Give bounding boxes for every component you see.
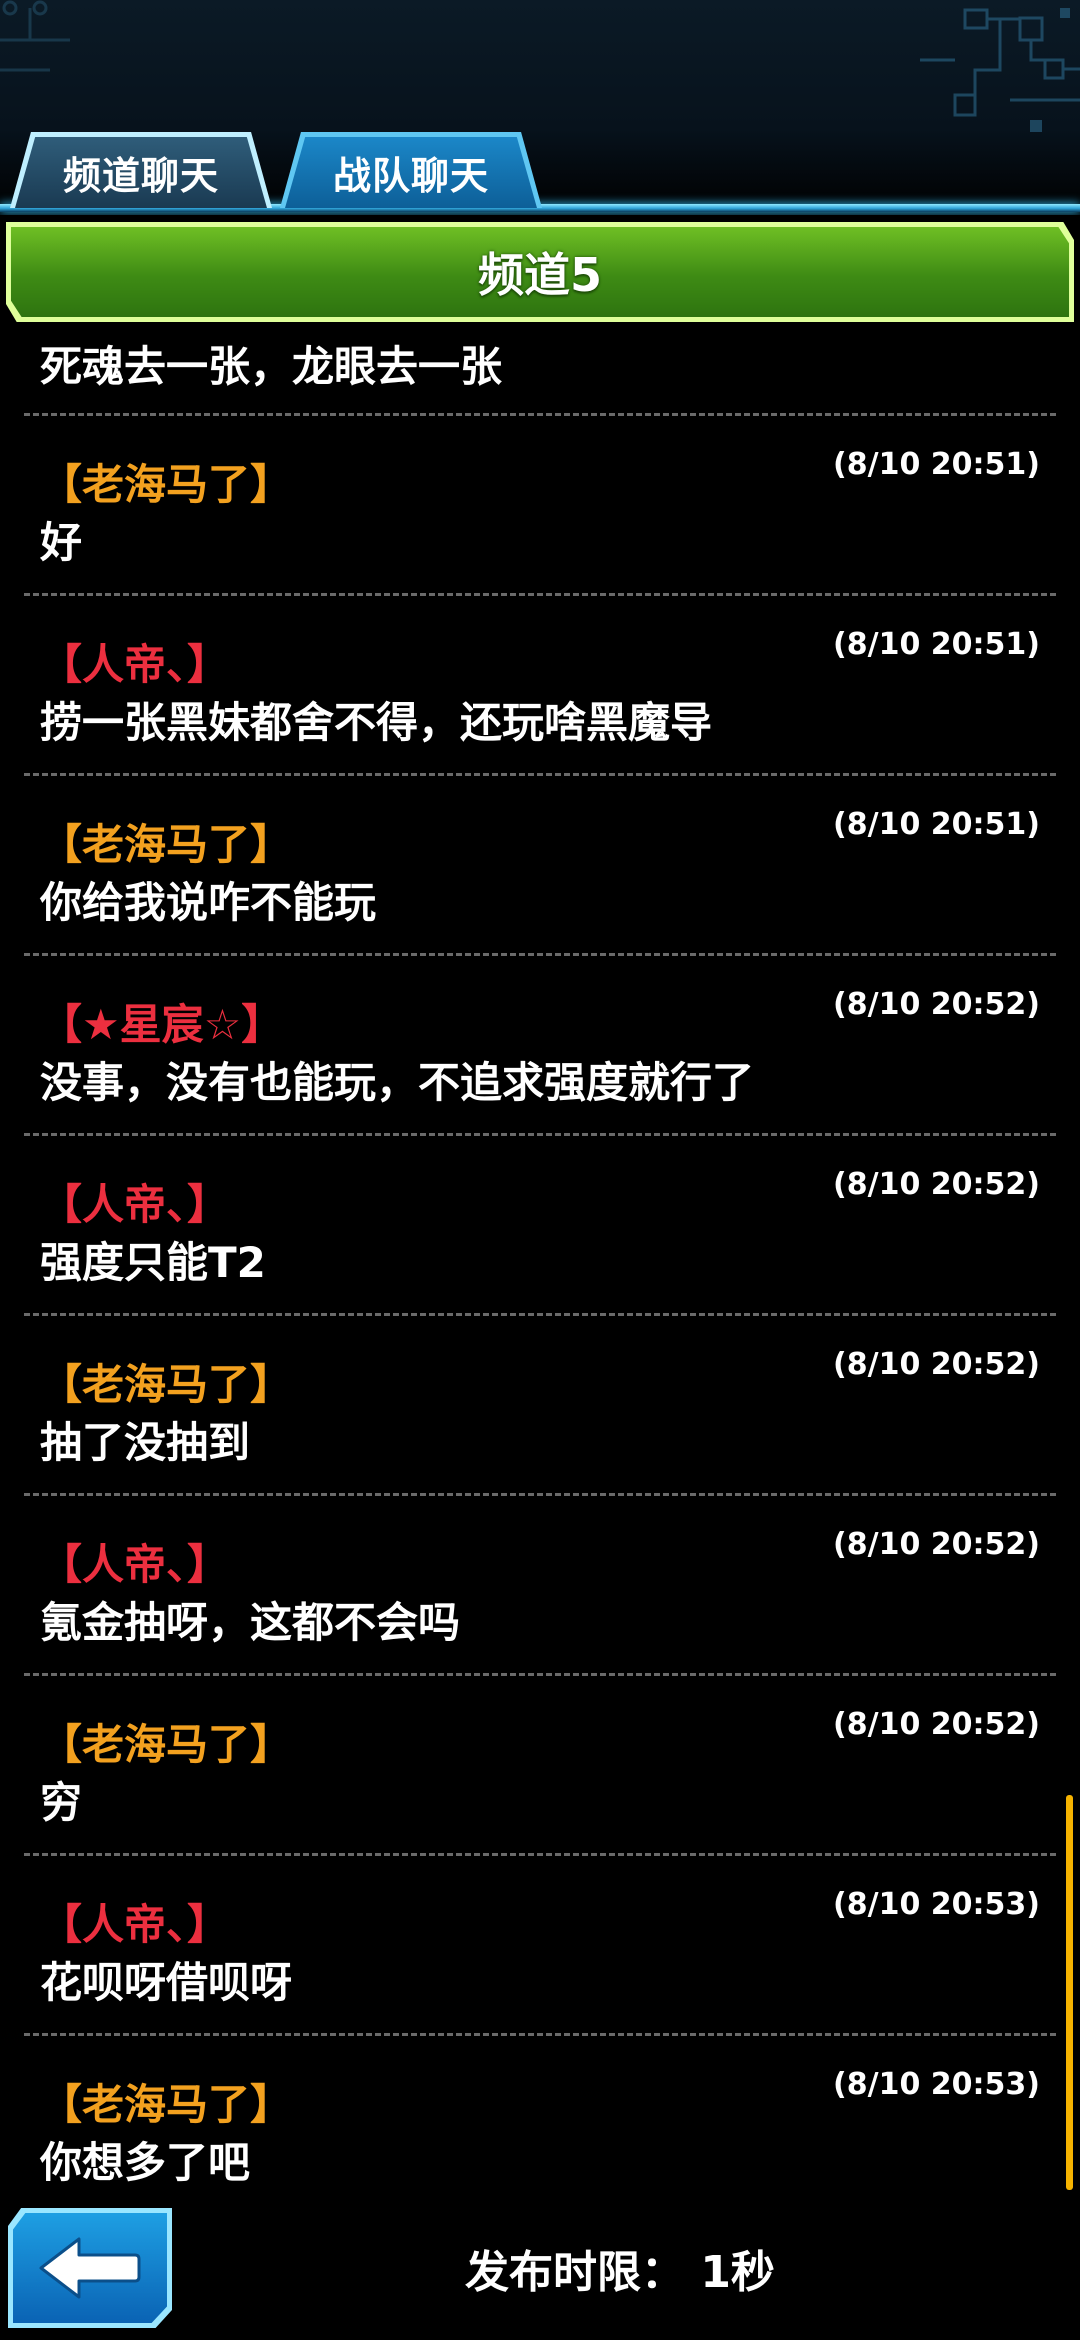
- message-divider: [24, 593, 1056, 596]
- message-sender[interactable]: 【人帝、】: [40, 1531, 229, 1592]
- message-timestamp: (8/10 20:52): [833, 1347, 1040, 1382]
- message-text: 你给我说咋不能玩: [40, 878, 377, 927]
- message-item: 【老海马了】 (8/10 20:51) 好: [0, 417, 1080, 597]
- message-text: 花呗呀借呗呀: [40, 1958, 293, 2007]
- message-timestamp: (8/10 20:53): [833, 1887, 1040, 1922]
- message-divider: [24, 1493, 1056, 1496]
- tab-team-chat-label: 战队聊天: [332, 154, 489, 198]
- message-item: 【老海马了】 (8/10 20:53) 你想多了吧: [0, 2037, 1080, 2210]
- tab-team-chat[interactable]: 战队聊天: [280, 132, 542, 208]
- message-item: 【人帝、】 (8/10 20:53) 花呗呀借呗呀: [0, 1857, 1080, 2037]
- message-divider: [24, 1133, 1056, 1136]
- message-text: 没事，没有也能玩，不追求强度就行了: [40, 1058, 755, 1107]
- message-list-scrollbar[interactable]: [1066, 1795, 1073, 2190]
- message-sender[interactable]: 【老海马了】: [40, 2071, 292, 2132]
- message-divider: [24, 773, 1056, 776]
- message-text-partial: 死魂去一张，龙眼去一张: [40, 342, 503, 391]
- message-text: 穷: [40, 1778, 83, 1827]
- circuit-decoration-right: [920, 8, 1080, 132]
- message-text: 抽了没抽到: [40, 1418, 251, 1467]
- message-sender[interactable]: 【老海马了】: [40, 811, 292, 872]
- message-item: 【老海马了】 (8/10 20:52) 抽了没抽到: [0, 1317, 1080, 1497]
- message-item: 【老海马了】 (8/10 20:52) 穷: [0, 1677, 1080, 1857]
- tab-channel-chat-label: 频道聊天: [62, 154, 219, 198]
- tab-channel-chat[interactable]: 频道聊天: [10, 132, 272, 208]
- message-list[interactable]: 死魂去一张，龙眼去一张 【老海马了】 (8/10 20:51) 好 【人帝、】 …: [0, 325, 1080, 2210]
- message-text: 好: [40, 518, 83, 567]
- message-timestamp: (8/10 20:52): [833, 987, 1040, 1022]
- message-item: 【人帝、】 (8/10 20:52) 强度只能T2: [0, 1137, 1080, 1317]
- circuit-decoration-left: [0, 0, 70, 72]
- footer: 发布时限： 1秒: [0, 2200, 1080, 2340]
- message-item: 【人帝、】 (8/10 20:52) 氪金抽呀，这都不会吗: [0, 1497, 1080, 1677]
- message-sender[interactable]: 【人帝、】: [40, 1171, 229, 1232]
- message-text: 强度只能T2: [40, 1238, 266, 1287]
- arrow-left-icon: [39, 2237, 141, 2299]
- message-text: 氪金抽呀，这都不会吗: [40, 1598, 461, 1647]
- back-button[interactable]: [8, 2208, 172, 2328]
- message-timestamp: (8/10 20:52): [833, 1167, 1040, 1202]
- message-timestamp: (8/10 20:52): [833, 1707, 1040, 1742]
- message-item: 【人帝、】 (8/10 20:51) 捞一张黑妹都舍不得，还玩啥黑魔导: [0, 597, 1080, 777]
- message-divider: [24, 413, 1056, 416]
- message-divider: [24, 1673, 1056, 1676]
- message-divider: [24, 2033, 1056, 2036]
- message-item: 【★星宸☆】 (8/10 20:52) 没事，没有也能玩，不追求强度就行了: [0, 957, 1080, 1137]
- message-timestamp: (8/10 20:51): [833, 807, 1040, 842]
- channel-title: 频道5: [477, 248, 602, 302]
- header: 频道聊天 战队聊天: [0, 0, 1080, 215]
- message-text: 你想多了吧: [40, 2138, 251, 2187]
- message-timestamp: (8/10 20:52): [833, 1527, 1040, 1562]
- message-sender[interactable]: 【人帝、】: [40, 1891, 229, 1952]
- message-sender[interactable]: 【老海马了】: [40, 451, 292, 512]
- message-divider: [24, 1853, 1056, 1856]
- message-timestamp: (8/10 20:53): [833, 2067, 1040, 2102]
- post-time-limit: 发布时限： 1秒: [465, 2247, 775, 2298]
- message-text: 捞一张黑妹都舍不得，还玩啥黑魔导: [40, 698, 713, 747]
- channel-banner: 频道5: [6, 222, 1074, 322]
- message-sender[interactable]: 【老海马了】: [40, 1711, 292, 1772]
- message-sender[interactable]: 【★星宸☆】: [40, 991, 283, 1052]
- message-item: 【老海马了】 (8/10 20:51) 你给我说咋不能玩: [0, 777, 1080, 957]
- message-divider: [24, 953, 1056, 956]
- message-sender[interactable]: 【老海马了】: [40, 1351, 292, 1412]
- message-timestamp: (8/10 20:51): [833, 627, 1040, 662]
- message-sender[interactable]: 【人帝、】: [40, 631, 229, 692]
- message-divider: [24, 1313, 1056, 1316]
- message-timestamp: (8/10 20:51): [833, 447, 1040, 482]
